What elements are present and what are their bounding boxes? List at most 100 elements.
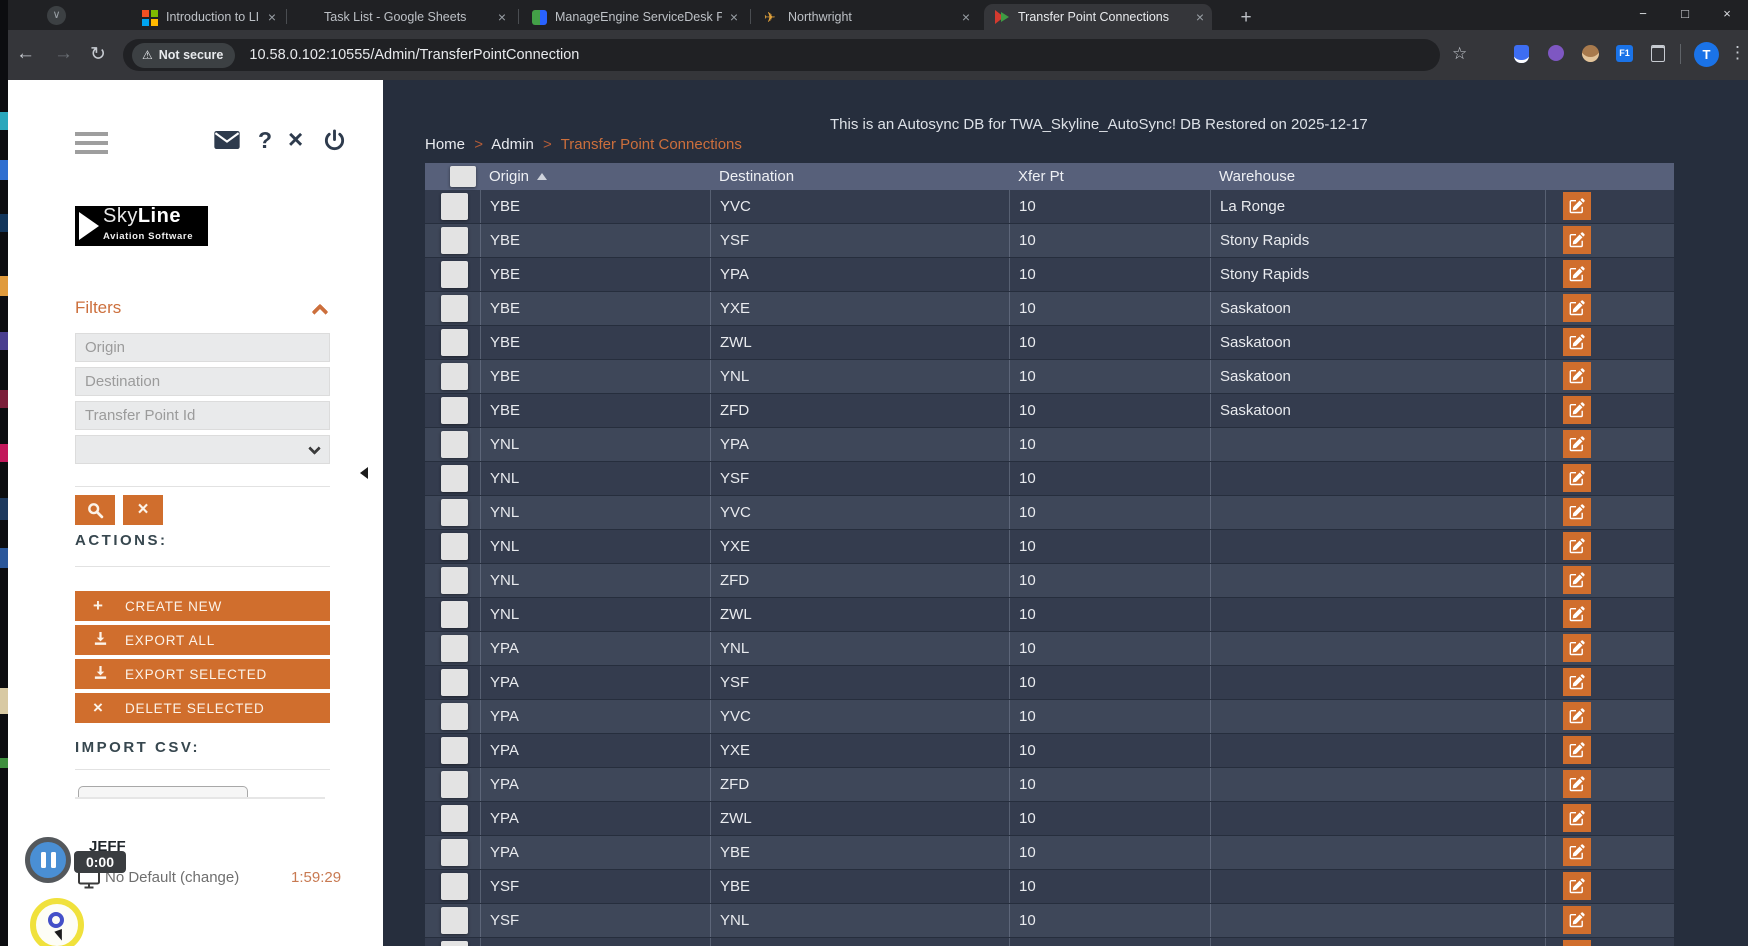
forward-button[interactable]: → bbox=[54, 43, 73, 65]
recorder-display-setting[interactable]: No Default (change) bbox=[105, 869, 239, 886]
tab-northwright[interactable]: ✈ Northwright × bbox=[754, 4, 978, 30]
row-checkbox[interactable] bbox=[441, 363, 468, 390]
transfer-point-id-filter-input[interactable] bbox=[75, 401, 330, 430]
tab-close-icon[interactable]: × bbox=[730, 10, 738, 24]
search-button[interactable] bbox=[75, 495, 115, 525]
url-text[interactable]: 10.58.0.102:10555/Admin/TransferPointCon… bbox=[249, 47, 579, 63]
edit-row-button[interactable] bbox=[1563, 328, 1591, 356]
column-header-origin[interactable]: Origin bbox=[480, 163, 710, 190]
row-checkbox[interactable] bbox=[441, 227, 468, 254]
edit-row-button[interactable] bbox=[1563, 702, 1591, 730]
edit-row-button[interactable] bbox=[1563, 770, 1591, 798]
edit-row-button[interactable] bbox=[1563, 736, 1591, 764]
origin-filter-input[interactable] bbox=[75, 333, 330, 362]
filters-collapse-icon[interactable] bbox=[311, 303, 329, 321]
window-close-button[interactable]: × bbox=[1706, 0, 1748, 30]
tab-close-icon[interactable]: × bbox=[268, 10, 276, 24]
edit-row-button[interactable] bbox=[1563, 804, 1591, 832]
row-checkbox[interactable] bbox=[441, 601, 468, 628]
extension-grapes-icon[interactable] bbox=[1548, 45, 1564, 61]
delete-selected-button[interactable]: × DELETE SELECTED bbox=[75, 693, 330, 723]
clear-filters-button[interactable]: × bbox=[123, 495, 163, 525]
edit-row-button[interactable] bbox=[1563, 600, 1591, 628]
profile-avatar[interactable]: T bbox=[1694, 42, 1719, 67]
row-checkbox[interactable] bbox=[441, 703, 468, 730]
edit-row-button[interactable] bbox=[1563, 430, 1591, 458]
extension-clipboard-icon[interactable] bbox=[1651, 45, 1665, 62]
recorder-bubble-icon[interactable] bbox=[30, 898, 84, 946]
edit-row-button[interactable] bbox=[1563, 838, 1591, 866]
row-checkbox[interactable] bbox=[441, 669, 468, 696]
edit-row-button[interactable] bbox=[1563, 634, 1591, 662]
select-all-checkbox[interactable] bbox=[450, 166, 476, 187]
column-header-destination[interactable]: Destination bbox=[710, 163, 1009, 190]
tab-close-icon[interactable]: × bbox=[1196, 10, 1204, 24]
power-icon[interactable] bbox=[323, 129, 346, 157]
destination-filter-input[interactable] bbox=[75, 367, 330, 396]
breadcrumb-home[interactable]: Home bbox=[425, 136, 465, 153]
mail-icon[interactable] bbox=[214, 131, 240, 155]
filter-dropdown[interactable] bbox=[75, 435, 330, 464]
tab-transfer-point-connections[interactable]: Transfer Point Connections × bbox=[984, 4, 1212, 30]
browser-menu-icon[interactable]: ⋮ bbox=[1729, 43, 1746, 63]
window-maximize-button[interactable]: □ bbox=[1664, 0, 1706, 30]
row-checkbox[interactable] bbox=[441, 839, 468, 866]
edit-row-button[interactable] bbox=[1563, 872, 1591, 900]
address-bar[interactable]: ⚠ Not secure 10.58.0.102:10555/Admin/Tra… bbox=[123, 39, 1440, 71]
row-checkbox[interactable] bbox=[441, 567, 468, 594]
edit-row-button[interactable] bbox=[1563, 668, 1591, 696]
column-header-xfer-pt[interactable]: Xfer Pt bbox=[1009, 163, 1210, 190]
column-header-warehouse[interactable]: Warehouse bbox=[1210, 163, 1545, 190]
edit-row-button[interactable] bbox=[1563, 566, 1591, 594]
row-checkbox[interactable] bbox=[441, 465, 468, 492]
security-chip[interactable]: ⚠ Not secure bbox=[132, 42, 236, 68]
row-checkbox[interactable] bbox=[441, 431, 468, 458]
row-checkbox[interactable] bbox=[441, 873, 468, 900]
extension-shield-icon[interactable] bbox=[1514, 45, 1529, 63]
tab-google-sheets[interactable]: Task List - Google Sheets × bbox=[290, 4, 514, 30]
edit-row-button[interactable] bbox=[1563, 396, 1591, 424]
row-checkbox[interactable] bbox=[441, 261, 468, 288]
tab-close-icon[interactable]: × bbox=[962, 10, 970, 24]
new-tab-button[interactable]: + bbox=[1233, 5, 1259, 31]
recorder-pause-button[interactable] bbox=[25, 837, 71, 883]
sidebar-collapse-arrow[interactable] bbox=[360, 467, 368, 479]
row-checkbox[interactable] bbox=[441, 805, 468, 832]
row-checkbox[interactable] bbox=[441, 193, 468, 220]
edit-row-button[interactable] bbox=[1563, 294, 1591, 322]
tab-search-icon[interactable]: ∨ bbox=[47, 6, 66, 25]
tab-linq-queries[interactable]: Introduction to LINQ Queries - × bbox=[132, 4, 284, 30]
help-icon[interactable]: ? bbox=[258, 127, 272, 154]
row-checkbox[interactable] bbox=[441, 499, 468, 526]
row-checkbox[interactable] bbox=[441, 329, 468, 356]
close-icon[interactable]: × bbox=[288, 124, 303, 155]
edit-row-button[interactable] bbox=[1563, 260, 1591, 288]
extension-monkey-icon[interactable] bbox=[1582, 45, 1599, 62]
tab-manageengine[interactable]: ManageEngine ServiceDesk Plu × bbox=[522, 4, 746, 30]
export-all-button[interactable]: EXPORT ALL bbox=[75, 625, 330, 655]
edit-row-button[interactable] bbox=[1563, 532, 1591, 560]
row-checkbox[interactable] bbox=[441, 737, 468, 764]
breadcrumb-admin[interactable]: Admin bbox=[491, 136, 534, 153]
edit-row-button[interactable] bbox=[1563, 192, 1591, 220]
edit-row-button[interactable] bbox=[1563, 498, 1591, 526]
extension-f1-icon[interactable]: F1 bbox=[1616, 45, 1633, 62]
row-checkbox[interactable] bbox=[441, 771, 468, 798]
row-checkbox[interactable] bbox=[441, 941, 468, 946]
tab-close-icon[interactable]: × bbox=[498, 10, 506, 24]
edit-row-button[interactable] bbox=[1563, 906, 1591, 934]
edit-row-button[interactable] bbox=[1563, 940, 1591, 946]
reload-button[interactable]: ↻ bbox=[90, 43, 106, 66]
window-minimize-button[interactable]: − bbox=[1622, 0, 1664, 30]
bookmark-star-icon[interactable]: ☆ bbox=[1452, 44, 1467, 64]
create-new-button[interactable]: + CREATE NEW bbox=[75, 591, 330, 621]
row-checkbox[interactable] bbox=[441, 907, 468, 934]
hamburger-menu-icon[interactable] bbox=[75, 132, 108, 159]
row-checkbox[interactable] bbox=[441, 533, 468, 560]
edit-row-button[interactable] bbox=[1563, 464, 1591, 492]
row-checkbox[interactable] bbox=[441, 635, 468, 662]
export-selected-button[interactable]: EXPORT SELECTED bbox=[75, 659, 330, 689]
edit-row-button[interactable] bbox=[1563, 226, 1591, 254]
row-checkbox[interactable] bbox=[441, 397, 468, 424]
row-checkbox[interactable] bbox=[441, 295, 468, 322]
